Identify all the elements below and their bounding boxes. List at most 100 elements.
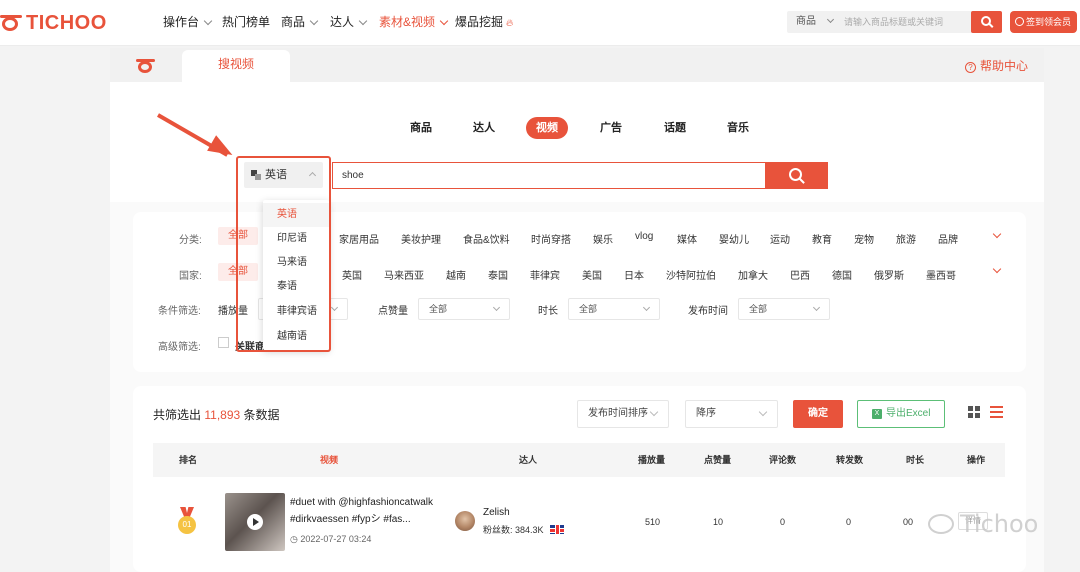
country-item[interactable]: 英国	[342, 267, 362, 282]
cell-plays: 510	[645, 517, 661, 527]
category-label: 分类:	[179, 235, 202, 246]
clock-icon	[1015, 17, 1024, 26]
list-view-icon[interactable]	[990, 406, 1003, 418]
sort-order-select[interactable]: 降序	[685, 400, 778, 428]
tab-search-videos[interactable]: 搜视频	[182, 50, 290, 82]
chevron-down-icon	[642, 303, 651, 312]
nav-item-products[interactable]: 商品	[281, 0, 319, 44]
sort-field-select[interactable]: 发布时间排序	[577, 400, 669, 428]
nav-item-creators[interactable]: 达人	[330, 0, 368, 44]
country-item[interactable]: 沙特阿拉伯	[666, 267, 716, 282]
category-item[interactable]: 食品&饮料	[463, 231, 510, 246]
category-item[interactable]: 婴幼儿	[719, 231, 749, 246]
video-thumbnail[interactable]	[225, 493, 285, 551]
publish-time-select[interactable]: 全部	[738, 298, 830, 320]
sign-in-vip-button[interactable]: 签到领会员	[1010, 11, 1077, 33]
logo-icon	[0, 14, 22, 32]
category-item[interactable]: 时尚穿搭	[531, 231, 571, 246]
nav-item-dashboard[interactable]: 操作台	[163, 0, 213, 44]
column-video[interactable]: 视频	[320, 453, 338, 466]
column-likes[interactable]: 点赞量	[704, 453, 731, 466]
country-label: 国家:	[179, 271, 202, 282]
chevron-down-icon	[812, 303, 821, 312]
global-search-input[interactable]: 请输入商品标题或关键词	[844, 11, 943, 33]
grid-view-icon[interactable]	[968, 406, 980, 418]
category-item[interactable]: 家居用品	[339, 231, 379, 246]
country-item[interactable]: 马来西亚	[384, 267, 424, 282]
chevron-down-icon	[492, 303, 501, 312]
confirm-button[interactable]: 确定	[793, 400, 843, 428]
country-item[interactable]: 加拿大	[738, 267, 768, 282]
play-icon	[247, 514, 263, 530]
cell-likes: 10	[713, 517, 724, 527]
type-tab-creators[interactable]: 达人	[472, 117, 496, 139]
search-scope-select[interactable]: 商品	[796, 11, 835, 33]
logo-icon	[136, 58, 156, 74]
country-item[interactable]: 美国	[582, 267, 602, 282]
country-item[interactable]: 菲律宾	[530, 267, 560, 282]
condition-filter-label: 条件筛选:	[158, 306, 201, 317]
category-item[interactable]: 媒体	[677, 231, 697, 246]
wechat-icon	[928, 514, 954, 534]
chevron-down-icon	[439, 16, 449, 26]
type-tab-videos[interactable]: 视频	[526, 117, 568, 139]
category-item[interactable]: vlog	[635, 231, 653, 242]
help-center-link[interactable]: ? 帮助中心	[965, 57, 1028, 74]
type-tab-ads[interactable]: 广告	[599, 117, 623, 139]
chevron-down-icon	[758, 407, 768, 417]
column-creator: 达人	[519, 455, 538, 465]
excel-icon: X	[872, 409, 882, 419]
help-icon: ?	[965, 62, 976, 73]
category-item[interactable]: 品牌	[938, 231, 958, 246]
country-item[interactable]: 泰国	[488, 267, 508, 282]
type-tab-products[interactable]: 商品	[409, 117, 433, 139]
search-icon	[981, 16, 991, 26]
country-item[interactable]: 越南	[446, 267, 466, 282]
fire-icon: 🔥︎	[506, 18, 514, 29]
video-title[interactable]: #duet with @highfashioncatwalk #dirkvaes…	[290, 494, 440, 528]
creator-avatar[interactable]	[455, 511, 475, 531]
chevron-down-icon	[330, 303, 339, 312]
type-tab-topics[interactable]: 话题	[663, 117, 687, 139]
category-item[interactable]: 教育	[812, 231, 832, 246]
global-search-button[interactable]	[971, 11, 1002, 33]
likes-label: 点赞量	[378, 306, 408, 317]
nav-item-rankings[interactable]: 热门榜单	[222, 0, 270, 44]
related-product-checkbox[interactable]	[218, 337, 229, 348]
chevron-down-icon	[826, 15, 835, 24]
highlight-box	[236, 156, 331, 352]
top-navigation: TICHOO 操作台 热门榜单 商品 达人 素材&视频 爆品挖掘 🔥︎ 商品 请输…	[0, 0, 1080, 46]
clock-icon: ◷	[290, 534, 298, 544]
video-search-button[interactable]	[765, 162, 828, 189]
global-search: 商品 请输入商品标题或关键词	[787, 11, 1002, 33]
column-actions: 操作	[967, 455, 986, 465]
type-tab-music[interactable]: 音乐	[726, 117, 750, 139]
creator-name[interactable]: Zelish	[483, 507, 510, 518]
category-item[interactable]: 运动	[770, 231, 790, 246]
country-item[interactable]: 德国	[832, 267, 852, 282]
video-publish-time: ◷ 2022-07-27 03:24	[290, 534, 372, 544]
search-icon	[789, 168, 802, 181]
export-excel-button[interactable]: X 导出Excel	[857, 400, 945, 428]
column-comments[interactable]: 评论数	[769, 453, 796, 466]
country-item[interactable]: 墨西哥	[926, 267, 956, 282]
nav-item-hot-products[interactable]: 爆品挖掘 🔥︎	[455, 0, 513, 44]
result-count: 共筛选出 11,893 条数据	[153, 408, 280, 422]
likes-select[interactable]: 全部	[418, 298, 510, 320]
column-duration[interactable]: 时长	[906, 453, 924, 466]
video-search-input[interactable]: shoe	[332, 162, 766, 189]
country-item[interactable]: 俄罗斯	[874, 267, 904, 282]
category-item[interactable]: 宠物	[854, 231, 874, 246]
category-item[interactable]: 旅游	[896, 231, 916, 246]
category-item[interactable]: 美妆护理	[401, 231, 441, 246]
nav-item-materials-videos[interactable]: 素材&视频	[379, 0, 449, 44]
chevron-down-icon	[309, 16, 319, 26]
column-shares[interactable]: 转发数	[836, 453, 863, 466]
category-item[interactable]: 娱乐	[593, 231, 613, 246]
column-plays[interactable]: 播放量	[638, 453, 665, 466]
duration-select[interactable]: 全部	[568, 298, 660, 320]
column-rank: 排名	[179, 455, 198, 465]
country-item[interactable]: 巴西	[790, 267, 810, 282]
country-item[interactable]: 日本	[624, 267, 644, 282]
brand-logo[interactable]: TICHOO	[0, 10, 107, 36]
